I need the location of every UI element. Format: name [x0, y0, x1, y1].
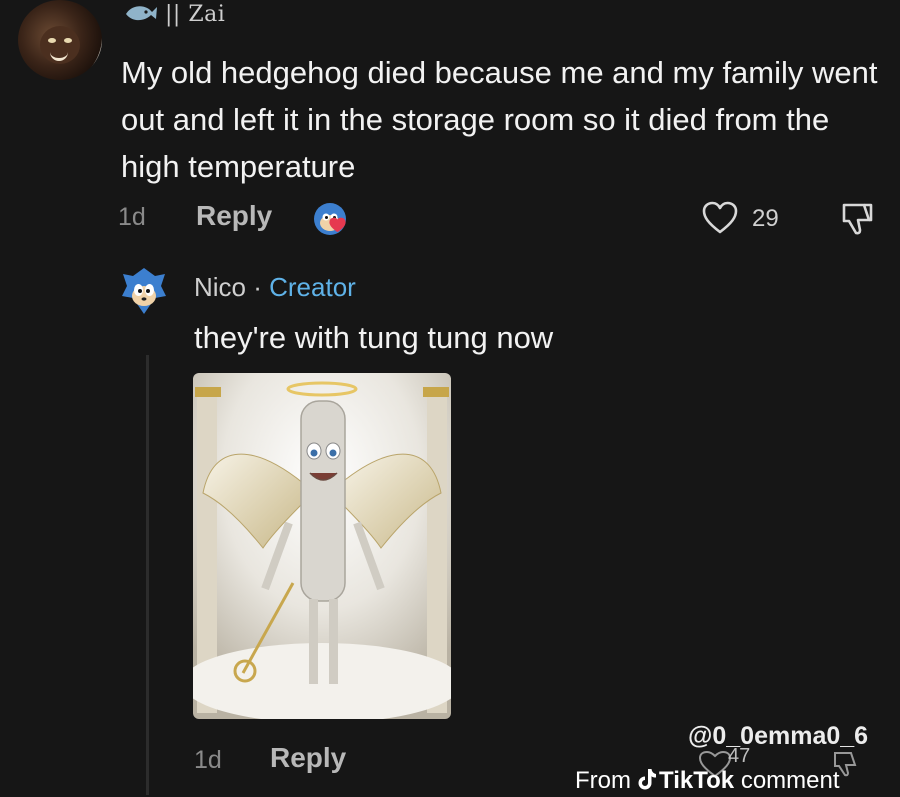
dislike-icon[interactable] [838, 199, 876, 237]
reply-username-line[interactable]: Nico · Creator [194, 272, 356, 303]
creator-liked-avatar [314, 203, 346, 235]
watermark-brand: TikTok [659, 767, 735, 794]
watermark-source: From TikTok comment [575, 767, 840, 795]
watermark-from: From [575, 767, 631, 794]
fish-badge-icon [126, 6, 157, 21]
reply-separator: · [246, 272, 270, 302]
comment-timestamp: 1d [118, 203, 146, 231]
reply-avatar[interactable] [121, 266, 167, 318]
reply-text: they're with tung tung now [194, 320, 554, 355]
angel-image[interactable] [193, 373, 451, 719]
watermark-suffix: comment [740, 767, 840, 794]
like-count: 29 [752, 205, 779, 232]
reply-button[interactable]: Reply [196, 200, 272, 232]
user-avatar[interactable] [18, 0, 102, 80]
watermark-like-count: 47 [728, 745, 751, 767]
watermark-handle: @0_0emma0_6 [688, 722, 869, 750]
creator-badge: Creator [269, 272, 356, 302]
reply-timestamp: 1d [194, 746, 222, 774]
heart-icon[interactable] [702, 201, 738, 235]
comment-username[interactable]: || Zai [165, 2, 225, 27]
reply-username[interactable]: Nico [194, 272, 246, 302]
thread-line [146, 355, 149, 795]
comment-text: My old hedgehog died because me and my f… [121, 55, 878, 184]
reply-reply-button[interactable]: Reply [270, 742, 346, 774]
tiktok-logo-icon [638, 769, 656, 790]
